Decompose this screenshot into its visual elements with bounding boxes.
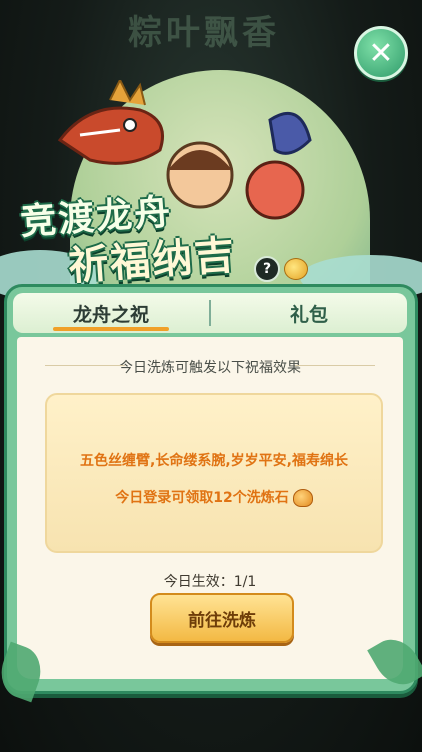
tab-bar: 龙舟之祝 礼包 xyxy=(13,293,407,333)
tab-dragon-boat-blessing[interactable]: 龙舟之祝 xyxy=(13,293,209,333)
reward-line: 今日登录可领取12个洗炼石 xyxy=(47,487,381,507)
blessing-text: 五色丝缠臂,长命缕系腕,岁岁平安,福寿绵长 xyxy=(80,453,348,469)
section-title-text: 今日洗炼可触发以下祝福效果 xyxy=(119,360,301,376)
faded-event-title: 粽叶飘香 xyxy=(128,13,280,53)
event-panel: 龙舟之祝 礼包 今日洗炼可触发以下祝福效果 五色丝缠臂,长命缕系腕,岁岁平安,福… xyxy=(0,284,422,703)
title-divider-right xyxy=(295,365,375,366)
blessing-card: 五色丝缠臂,长命缕系腕,岁岁平安,福寿绵长 今日登录可领取12个洗炼石 xyxy=(45,393,383,553)
banner-title-line2: 祈福纳吉 xyxy=(66,232,238,290)
title-divider-left xyxy=(45,365,125,366)
question-icon[interactable]: ? xyxy=(254,256,280,282)
reward-text: 今日登录可领取12个洗炼石 xyxy=(115,490,289,506)
wash-stone-icon xyxy=(292,489,313,507)
section-title: 今日洗炼可触发以下祝福效果 xyxy=(17,357,403,377)
go-refine-button[interactable]: 前往洗炼 xyxy=(150,593,294,643)
event-banner: 竞渡龙舟 祈福纳吉 xyxy=(0,60,422,310)
coin-icon xyxy=(284,258,308,280)
tab-content: 今日洗炼可触发以下祝福效果 五色丝缠臂,长命缕系腕,岁岁平安,福寿绵长 今日登录… xyxy=(17,337,403,679)
effect-count: 今日生效：1/1 xyxy=(163,574,257,590)
tab-gift-pack[interactable]: 礼包 xyxy=(211,293,407,333)
